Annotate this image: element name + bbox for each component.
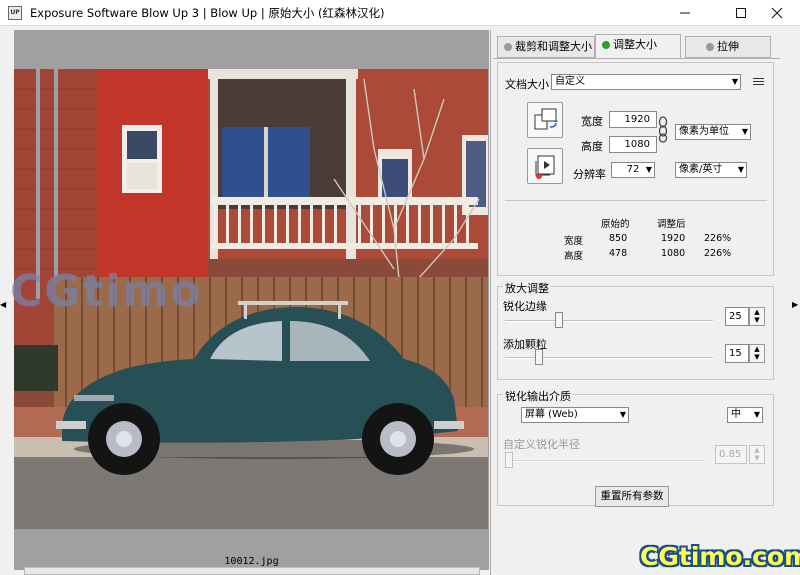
output-group-label: 锐化输出介质 [503, 388, 573, 404]
spin-up-icon[interactable]: ▲ [750, 308, 764, 316]
tab-label: 拉伸 [717, 40, 739, 53]
reset-all-button[interactable]: 重置所有参数 [595, 486, 669, 507]
spin-up-icon[interactable]: ▲ [750, 345, 764, 353]
unit-value: 像素为单位 [679, 126, 729, 137]
tab-bar: 裁剪和调整大小 调整大小 拉伸 [493, 34, 786, 59]
custom-radius-value-box[interactable]: 0.85 [715, 445, 747, 464]
tab-underline [493, 58, 780, 59]
chevron-down-icon: ▼ [737, 165, 744, 174]
custom-radius-label: 自定义锐化半径 [503, 438, 580, 451]
minimize-icon [680, 12, 690, 14]
height-input[interactable]: 1080 [609, 136, 657, 153]
summary-row-label: 高度 [564, 251, 584, 262]
spin-down-icon[interactable]: ▼ [750, 454, 764, 462]
chain-link-icon[interactable] [658, 114, 668, 144]
resolution-label: 分辨率 [573, 168, 606, 181]
doc-size-label: 文档大小 [505, 78, 549, 91]
height-label: 高度 [581, 140, 603, 153]
summary-original-width: 850 [609, 233, 628, 244]
maximize-icon [736, 8, 746, 18]
settings-panel: 裁剪和调整大小 调整大小 拉伸 文档大小 自定义 ▼ 宽度 1920 高度 10… [493, 30, 786, 575]
summary-adjusted-height: 1080 [661, 248, 686, 259]
strength-value: 中 [731, 409, 741, 420]
grain-value-box[interactable]: 15 [725, 344, 749, 363]
spin-down-icon[interactable]: ▼ [750, 316, 764, 324]
spin-down-icon[interactable]: ▼ [750, 353, 764, 361]
sharpen-value-box[interactable]: 25 [725, 307, 749, 326]
resolution-dropdown[interactable]: 72 ▼ [611, 162, 655, 178]
custom-radius-slider-thumb[interactable] [505, 452, 513, 468]
strength-dropdown[interactable]: 中 ▼ [727, 407, 763, 423]
resolution-unit-value: 像素/英寸 [679, 164, 723, 175]
tab-status-dot-icon [602, 41, 610, 49]
chevron-down-icon: ▼ [731, 77, 738, 86]
sharpen-slider-track[interactable] [505, 320, 713, 322]
enlarge-group-label: 放大调整 [503, 280, 551, 296]
tab-label: 裁剪和调整大小 [515, 40, 592, 53]
width-input[interactable]: 1920 [609, 111, 657, 128]
close-button[interactable] [754, 0, 800, 26]
summary-adjusted-width: 1920 [661, 233, 686, 244]
sharpen-spinner[interactable]: ▲ ▼ [749, 307, 765, 326]
tab-status-dot-icon [706, 43, 714, 51]
tab-crop-resize[interactable]: 裁剪和调整大小 [497, 36, 595, 58]
rotate-orientation-button[interactable] [527, 102, 563, 138]
summary-percent-height: 226% [704, 248, 732, 259]
medium-value: 屏幕 (Web) [525, 409, 578, 420]
grain-spinner[interactable]: ▲ ▼ [749, 344, 765, 363]
rotate-orientation-icon [534, 108, 558, 130]
app-logo-icon: UP [8, 5, 22, 20]
collapse-right-arrow-icon[interactable]: ▶ [792, 300, 800, 309]
width-label: 宽度 [581, 115, 603, 128]
tab-resize[interactable]: 调整大小 [595, 34, 681, 59]
summary-header-original: 原始的 [601, 219, 630, 230]
chevron-down-icon: ▼ [619, 410, 626, 419]
close-icon [771, 7, 783, 19]
grain-slider-thumb[interactable] [535, 349, 543, 365]
separator [505, 200, 767, 201]
summary-row-label: 宽度 [564, 236, 584, 247]
summary-header-adjusted: 调整后 [657, 219, 686, 230]
medium-dropdown[interactable]: 屏幕 (Web) ▼ [521, 407, 629, 423]
tab-label: 调整大小 [613, 38, 657, 51]
summary-percent-width: 226% [704, 233, 732, 244]
sharpen-label: 锐化边缘 [503, 300, 547, 313]
panel-divider[interactable] [490, 30, 491, 575]
chevron-down-icon: ▼ [753, 410, 760, 419]
corner-watermark: CGtimo.com [640, 542, 800, 571]
sharpen-slider-thumb[interactable] [555, 312, 563, 328]
collapse-left-arrow-icon[interactable]: ◀ [0, 300, 8, 309]
image-filename: 10012.jpg [224, 556, 279, 567]
spin-up-icon[interactable]: ▲ [750, 446, 764, 454]
doc-size-dropdown[interactable]: 自定义 ▼ [551, 74, 741, 90]
resolution-value: 72 [626, 164, 640, 175]
menu-icon[interactable] [753, 78, 764, 87]
horizontal-scrollbar[interactable] [24, 567, 480, 575]
doc-size-value: 自定义 [555, 76, 585, 87]
chevron-down-icon: ▼ [741, 127, 748, 136]
tab-stretch[interactable]: 拉伸 [685, 36, 771, 58]
overlay-watermark: CGtimo [10, 266, 203, 317]
chevron-down-icon: ▼ [645, 165, 652, 174]
reset-crop-button[interactable] [527, 148, 563, 184]
app-window: UP Exposure Software Blow Up 3 | Blow Up… [0, 0, 800, 575]
window-title: Exposure Software Blow Up 3 | Blow Up | … [30, 5, 385, 20]
custom-radius-slider-track[interactable] [505, 460, 705, 462]
title-bar: UP Exposure Software Blow Up 3 | Blow Up… [0, 0, 800, 26]
tab-status-dot-icon [504, 43, 512, 51]
unit-dropdown[interactable]: 像素为单位 ▼ [675, 124, 751, 140]
minimize-button[interactable] [662, 0, 708, 26]
resolution-unit-dropdown[interactable]: 像素/英寸 ▼ [675, 162, 747, 178]
reset-crop-icon [535, 155, 555, 179]
custom-radius-spinner[interactable]: ▲ ▼ [749, 445, 765, 464]
summary-original-height: 478 [609, 248, 628, 259]
